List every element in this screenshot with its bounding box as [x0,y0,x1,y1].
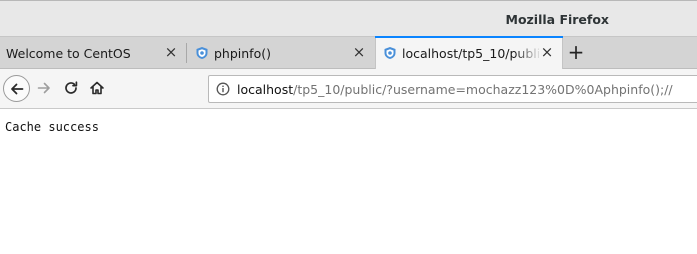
url-host: localhost [237,81,294,97]
url-text: localhost/tp5_10/public/?username=mochaz… [237,82,673,97]
tab-localhost-active[interactable]: localhost/tp5_10/public/? × [375,36,563,69]
address-bar[interactable]: localhost/tp5_10/public/?username=mochaz… [208,75,697,103]
forward-arrow-icon [37,82,50,94]
shield-favicon-icon [384,47,396,59]
back-button[interactable] [3,75,30,102]
home-button[interactable] [86,77,108,99]
tab-close-icon[interactable]: × [538,43,556,61]
back-arrow-icon [10,83,23,94]
tab-close-icon[interactable]: × [162,43,180,61]
window-titlebar: Mozilla Firefox [0,0,697,36]
window-title: Mozilla Firefox [505,12,610,27]
reload-icon [65,81,78,94]
tab-label: Welcome to CentOS [6,45,131,61]
forward-button[interactable] [33,77,55,99]
page-content: Cache success [0,110,697,254]
navigation-toolbar: localhost/tp5_10/public/?username=mochaz… [0,69,697,109]
info-icon[interactable] [216,82,230,96]
tab-close-icon[interactable]: × [350,43,368,61]
tab-strip: Welcome to CentOS × phpinfo() × localhos… [0,36,697,69]
tab-phpinfo[interactable]: phpinfo() × [187,37,374,69]
tab-welcome-to-centos[interactable]: Welcome to CentOS × [0,37,186,69]
reload-button[interactable] [60,77,82,99]
home-icon [90,81,104,95]
new-tab-button[interactable]: + [564,40,588,64]
tab-label: localhost/tp5_10/public/? [402,45,542,61]
url-path: /tp5_10/public/?username=mochazz123%0D%0… [293,81,673,97]
tab-label: phpinfo() [214,45,271,61]
page-body-text: Cache success [5,120,99,134]
shield-favicon-icon [196,47,208,59]
